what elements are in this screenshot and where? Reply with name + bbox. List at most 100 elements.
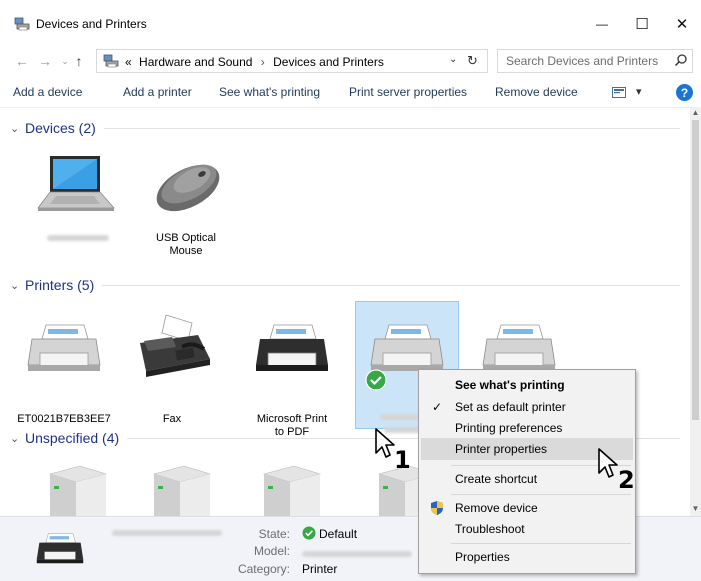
group-divider — [103, 127, 680, 129]
mouse-cursor-icon — [375, 428, 395, 458]
callout-step-1: 1 — [394, 446, 411, 474]
menu-item-label: Printer properties — [455, 442, 548, 456]
state-label: State: — [258, 527, 290, 541]
devices-printers-app-icon — [14, 17, 30, 31]
device-tile-laptop[interactable] — [26, 152, 130, 262]
device-name-line1: USB Optical — [156, 232, 216, 244]
chevron-down-icon: ⌄ — [10, 279, 20, 292]
laptop-icon — [37, 156, 115, 211]
minimize-icon: — — [596, 17, 608, 31]
menu-item-see-whats-printing[interactable]: See what's printing — [421, 374, 633, 396]
printer-tile-fax[interactable]: Fax — [120, 313, 224, 425]
close-button[interactable]: ✕ — [662, 10, 701, 38]
search-box[interactable] — [497, 49, 693, 73]
group-header-devices[interactable]: ⌄ Devices (2) — [10, 118, 680, 138]
add-device-button[interactable]: Add a device — [13, 85, 82, 99]
scroll-down-arrow-icon[interactable]: ▼ — [691, 504, 700, 513]
printer-tile-microsoft-print-to-pdf[interactable]: Microsoft Print to PDF — [240, 313, 344, 438]
chevron-down-icon: ▾ — [636, 86, 642, 98]
category-value: Printer — [302, 562, 338, 576]
details-device-name-blurred — [112, 525, 222, 539]
search-input[interactable] — [506, 53, 666, 69]
menu-separator — [451, 494, 631, 495]
checkmark-icon: ✓ — [431, 400, 443, 414]
vertical-scrollbar[interactable]: ▲ ▼ — [690, 108, 701, 516]
view-icon — [612, 87, 626, 98]
forward-arrow-icon: → — [38, 53, 52, 69]
server-icon — [262, 465, 322, 516]
model-label: Model: — [253, 544, 290, 558]
change-view-button[interactable]: ▾ — [612, 85, 642, 101]
printer-name: ET0021B7EB3EE7 — [17, 413, 111, 425]
breadcrumb-hardware-sound[interactable]: Hardware and Sound — [139, 55, 252, 69]
breadcrumb-devices-printers[interactable]: Devices and Printers — [273, 55, 384, 69]
device-name-line2: Mouse — [169, 245, 203, 257]
back-arrow-icon: ← — [15, 53, 29, 69]
forward-button[interactable]: → — [36, 52, 54, 70]
printer-tile-et0021b7eb3ee7[interactable]: ET0021B7EB3EE7 — [12, 313, 116, 425]
printer-icon — [36, 533, 84, 564]
back-button[interactable]: ← — [13, 52, 31, 70]
menu-item-printing-preferences[interactable]: Printing preferences — [421, 417, 633, 439]
maximize-icon: ☐ — [635, 16, 649, 33]
title-bar: Devices and Printers — ☐ ✕ — [0, 0, 701, 46]
help-button[interactable]: ? — [676, 84, 693, 101]
menu-item-properties[interactable]: Properties — [421, 546, 633, 568]
category-label: Category: — [237, 562, 290, 576]
server-icon — [152, 465, 212, 516]
group-title-unspecified: Unspecified (4) — [25, 430, 120, 446]
group-title-devices: Devices (2) — [25, 120, 96, 136]
menu-item-label: See what's printing — [455, 378, 565, 392]
menu-item-set-default-printer[interactable]: ✓ Set as default printer — [421, 396, 633, 418]
group-header-printers[interactable]: ⌄ Printers (5) — [10, 275, 680, 295]
remove-device-button[interactable]: Remove device — [495, 85, 578, 99]
menu-item-remove-device[interactable]: Remove device — [421, 497, 633, 519]
shield-icon — [429, 500, 445, 516]
chevron-down-icon: ⌄ — [10, 122, 20, 135]
help-icon: ? — [680, 85, 689, 100]
minimize-button[interactable]: — — [582, 10, 622, 38]
search-icon[interactable] — [674, 53, 688, 67]
device-tile-mouse[interactable]: USB Optical Mouse — [134, 152, 238, 262]
address-bar[interactable]: « Hardware and Sound › Devices and Print… — [96, 49, 488, 73]
state-value: Default — [319, 527, 358, 541]
up-button[interactable]: ↑ — [70, 52, 88, 70]
breadcrumb: « Hardware and Sound › Devices and Print… — [125, 55, 384, 69]
print-server-properties-button[interactable]: Print server properties — [349, 85, 467, 99]
default-printer-check-icon — [365, 369, 387, 391]
printer-name-line1: Microsoft Print — [256, 413, 328, 425]
scrollbar-thumb[interactable] — [692, 120, 699, 420]
device-name-blurred — [26, 232, 130, 245]
see-whats-printing-button[interactable]: See what's printing — [219, 85, 320, 99]
close-icon: ✕ — [675, 16, 689, 33]
breadcrumb-separator[interactable]: › — [261, 55, 265, 69]
model-value-blurred — [302, 546, 412, 560]
menu-separator — [451, 543, 631, 544]
command-bar: Add a device Add a printer See what's pr… — [0, 78, 701, 108]
unspecified-tile-3[interactable] — [240, 460, 344, 516]
printer-icon — [27, 324, 101, 371]
printer-name: Fax — [162, 413, 182, 425]
scroll-up-arrow-icon[interactable]: ▲ — [691, 108, 700, 117]
up-arrow-icon: ↑ — [75, 53, 83, 69]
menu-item-label: Properties — [455, 550, 510, 564]
menu-item-label: Printing preferences — [455, 421, 563, 435]
address-row: ← → ⌄ ↑ « Hardware and Sound › Devices a… — [0, 46, 701, 76]
chevron-down-icon: ⌄ — [61, 55, 69, 66]
group-divider — [102, 284, 680, 286]
breadcrumb-overflow[interactable]: « — [125, 55, 132, 69]
address-dropdown-button[interactable]: ⌄ — [449, 54, 457, 65]
callout-step-2: 2 — [618, 466, 635, 494]
add-printer-button[interactable]: Add a printer — [123, 85, 192, 99]
maximize-button[interactable]: ☐ — [622, 10, 662, 38]
refresh-button[interactable]: ↻ — [467, 53, 478, 69]
menu-item-label: Troubleshoot — [455, 522, 525, 536]
chevron-down-icon: ⌄ — [10, 432, 20, 445]
menu-item-label: Set as default printer — [455, 400, 566, 414]
menu-item-troubleshoot[interactable]: Troubleshoot — [421, 518, 633, 540]
unspecified-tile-1[interactable] — [26, 460, 130, 516]
unspecified-tile-2[interactable] — [130, 460, 234, 516]
control-panel-icon — [103, 54, 119, 68]
window-title: Devices and Printers — [36, 17, 147, 31]
mouse-icon — [156, 164, 220, 212]
